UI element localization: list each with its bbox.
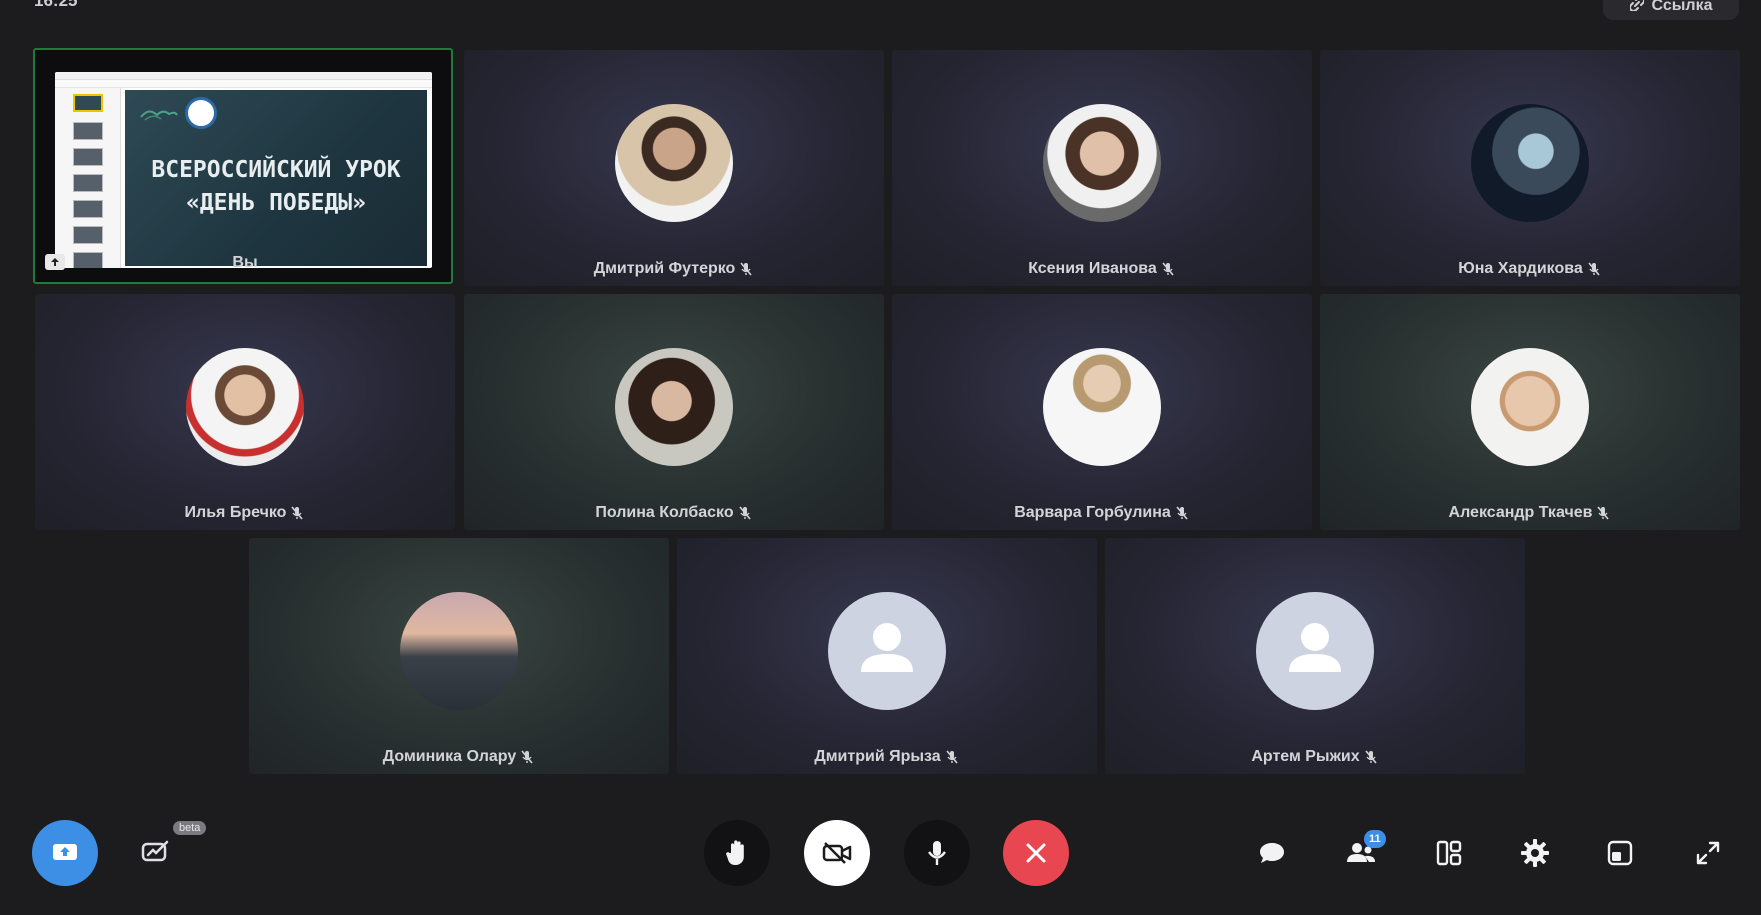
participant-tile[interactable]: Дмитрий Ярыза xyxy=(677,538,1097,774)
participant-avatar xyxy=(615,348,733,466)
mic-muted-icon xyxy=(1588,262,1600,276)
mic-muted-icon xyxy=(1162,262,1174,276)
mic-muted-icon xyxy=(946,750,958,764)
slide-thumbnail xyxy=(73,148,103,166)
participant-name: Доминика Олару xyxy=(382,748,517,765)
shared-screen-preview: ВСЕРОССИЙСКИЙ УРОК «ДЕНЬ ПОБЕДЫ» xyxy=(55,72,432,268)
mic-muted-icon xyxy=(291,506,304,520)
participant-avatar xyxy=(1471,348,1589,466)
presentation-toolbar xyxy=(55,80,432,88)
slide-title-line1: ВСЕРОССИЙСКИЙ УРОК xyxy=(151,157,401,183)
chat-icon xyxy=(1260,843,1284,863)
participant-name-row: Дмитрий Футерко xyxy=(464,260,884,278)
close-icon xyxy=(1026,843,1046,863)
slide-thumbnail xyxy=(73,122,103,140)
self-tile[interactable]: ВСЕРОССИЙСКИЙ УРОК «ДЕНЬ ПОБЕДЫ» Вы xyxy=(33,48,453,284)
participant-name-row: Доминика Олару xyxy=(249,748,669,766)
presentation-slide: ВСЕРОССИЙСКИЙ УРОК «ДЕНЬ ПОБЕДЫ» xyxy=(125,90,427,266)
gear-icon xyxy=(1521,839,1549,867)
participant-tile[interactable]: Доминика Олару xyxy=(249,538,669,774)
mic-muted-icon xyxy=(521,750,533,764)
participant-avatar xyxy=(1043,104,1161,222)
fullscreen-icon xyxy=(1696,841,1720,865)
participant-tile[interactable]: Варвара Горбулина xyxy=(892,294,1312,530)
raise-hand-button[interactable] xyxy=(704,820,770,886)
mic-muted-icon xyxy=(1597,506,1610,520)
participant-name: Александр Ткачев xyxy=(1448,504,1593,521)
browser-bar xyxy=(55,72,432,80)
slide-thumbnail xyxy=(73,200,103,218)
microphone-icon xyxy=(928,841,946,865)
picture-in-picture-icon xyxy=(1607,840,1633,866)
share-screen-icon xyxy=(53,844,77,860)
participant-name: Илья Бречко xyxy=(184,504,287,521)
participant-name-row: Дмитрий Ярыза xyxy=(677,748,1097,766)
camera-toggle-button[interactable] xyxy=(804,820,870,886)
whiteboard-icon xyxy=(141,840,169,862)
video-grid: ВСЕРОССИЙСКИЙ УРОК «ДЕНЬ ПОБЕДЫ» Вы Дмит… xyxy=(0,0,1761,790)
participant-avatar xyxy=(186,348,304,466)
participant-name-row: Артем Рыжих xyxy=(1105,748,1525,766)
raise-hand-icon xyxy=(726,840,744,865)
participant-name-row: Полина Колбаско xyxy=(464,504,884,522)
fullscreen-button[interactable] xyxy=(1684,829,1732,877)
picture-in-picture-button[interactable] xyxy=(1596,829,1644,877)
participant-tile[interactable]: Александр Ткачев xyxy=(1320,294,1740,530)
participant-avatar xyxy=(1043,348,1161,466)
slide-title-line2: «ДЕНЬ ПОБЕДЫ» xyxy=(185,190,366,216)
participant-tile[interactable]: Артем Рыжих xyxy=(1105,538,1525,774)
mic-muted-icon xyxy=(1176,506,1188,520)
participant-avatar-placeholder xyxy=(828,592,946,710)
slide-thumbnail xyxy=(73,226,103,244)
layout-icon xyxy=(1436,840,1462,866)
settings-button[interactable] xyxy=(1511,829,1559,877)
share-screen-button[interactable] xyxy=(32,820,98,886)
participant-name-row: Варвара Горбулина xyxy=(892,504,1312,522)
participants-count-badge: 11 xyxy=(1364,830,1386,848)
participant-name: Варвара Горбулина xyxy=(1014,504,1171,521)
victory-logo-icon xyxy=(185,97,217,129)
mic-muted-icon xyxy=(738,506,751,520)
user-icon xyxy=(1289,623,1341,672)
chat-button[interactable] xyxy=(1248,829,1296,877)
call-toolbar: beta 11 xyxy=(0,790,1761,915)
microphone-button[interactable] xyxy=(904,820,970,886)
participant-name-row: Илья Бречко xyxy=(35,504,455,522)
mic-muted-icon xyxy=(1365,750,1377,764)
user-icon xyxy=(861,623,913,672)
slide-thumbnails xyxy=(55,88,121,268)
participant-avatar xyxy=(400,592,518,710)
doves-icon xyxy=(140,110,178,121)
participant-name-row: Александр Ткачев xyxy=(1320,504,1740,522)
participant-avatar-placeholder xyxy=(1256,592,1374,710)
participant-tile[interactable]: Илья Бречко xyxy=(35,294,455,530)
slide-thumbnail xyxy=(73,174,103,192)
layout-button[interactable] xyxy=(1425,829,1473,877)
participant-tile[interactable]: Юна Хардикова xyxy=(1320,50,1740,286)
participant-name: Юна Хардикова xyxy=(1458,260,1583,277)
participant-name-row: Ксения Иванова xyxy=(892,260,1312,278)
camera-off-icon xyxy=(822,842,852,864)
slide-title: ВСЕРОССИЙСКИЙ УРОК «ДЕНЬ ПОБЕДЫ» xyxy=(125,154,427,220)
participant-name: Полина Колбаско xyxy=(595,504,734,521)
participant-name: Дмитрий Ярыза xyxy=(814,748,941,765)
participant-tile[interactable]: Полина Колбаско xyxy=(464,294,884,530)
participant-name: Ксения Иванова xyxy=(1028,260,1157,277)
participant-avatar xyxy=(1471,104,1589,222)
participant-tile[interactable]: Ксения Иванова xyxy=(892,50,1312,286)
participant-name: Артем Рыжих xyxy=(1251,748,1360,765)
participant-avatar xyxy=(615,104,733,222)
mic-muted-icon xyxy=(740,262,752,276)
participant-tile[interactable]: Дмитрий Футерко xyxy=(464,50,884,286)
slide-thumbnail xyxy=(73,94,103,112)
leave-call-button[interactable] xyxy=(1003,820,1069,886)
participant-name-row: Юна Хардикова xyxy=(1320,260,1740,278)
self-label: Вы xyxy=(232,254,258,271)
beta-badge: beta xyxy=(173,821,207,835)
participant-name: Дмитрий Футерко xyxy=(593,260,736,277)
